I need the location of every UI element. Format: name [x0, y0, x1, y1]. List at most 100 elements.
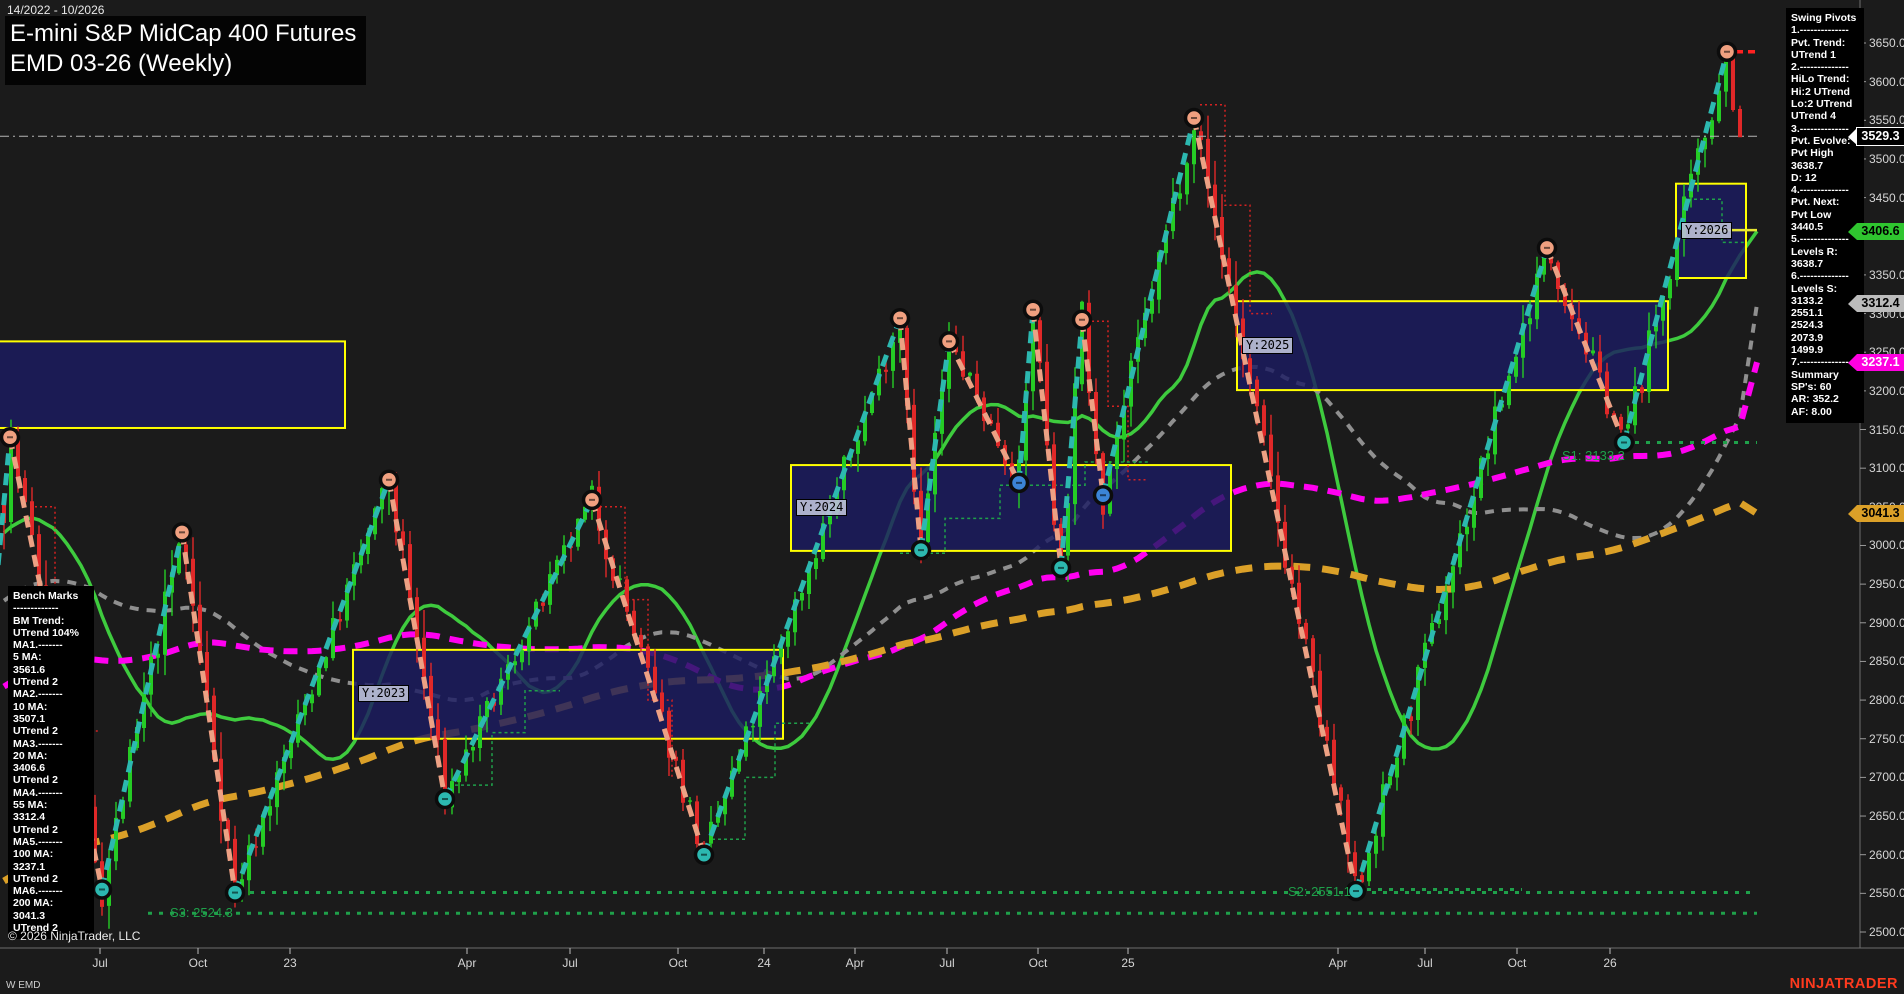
time-axis-label: Jul	[1417, 956, 1433, 970]
swing-pivots-line: 3638.7	[1791, 257, 1824, 270]
price-axis-label: 2700.0	[1869, 770, 1904, 785]
swing-pivots-line: D: 12	[1791, 171, 1817, 184]
time-axis-label: Apr	[457, 956, 477, 970]
price-axis-label: 2600.0	[1869, 847, 1904, 862]
swing-pivots-line: Pvt High	[1791, 147, 1834, 160]
swing-pivots-line: 2073.9	[1791, 331, 1824, 344]
year-box-label: Y:2026	[1681, 221, 1733, 239]
bench-marks-line: -------------	[13, 602, 59, 615]
price-axis-label: 3450.0	[1869, 190, 1904, 205]
price-marker-3237.1: 3237.1	[1848, 353, 1904, 371]
price-marker-arrow	[1848, 222, 1857, 240]
swing-pivots-line: 4.--------------	[1791, 184, 1849, 197]
bench-marks-line: 20 MA:	[13, 749, 48, 762]
bench-marks-line: UTrend 2	[13, 725, 58, 738]
bench-marks-line: 3406.6	[13, 762, 46, 775]
price-axis-label: 3350.0	[1869, 267, 1904, 282]
time-axis-label: Apr	[1328, 956, 1348, 970]
price-marker-arrow	[1848, 353, 1857, 371]
bench-marks-title: Bench Marks	[13, 590, 79, 602]
price-axis-label: 2500.0	[1869, 924, 1904, 939]
swing-pivots-line: Pvt. Next:	[1791, 196, 1840, 209]
price-marker-3312.4: 3312.4	[1848, 295, 1904, 313]
zigzag-segment	[179, 531, 238, 893]
swing-pivots-line: 1.--------------	[1791, 24, 1849, 37]
chart-plot-area[interactable]	[0, 0, 1904, 994]
bench-marks-line: MA3.-------	[13, 737, 63, 750]
chart-title: E-mini S&P MidCap 400 Futures EMD 03-26 …	[5, 16, 367, 85]
swing-pivots-line: Pvt. Trend:	[1791, 36, 1846, 49]
bench-marks-line: 3237.1	[13, 860, 46, 873]
bench-marks-line: UTrend 2	[13, 676, 58, 689]
price-axis-label: 3550.0	[1869, 113, 1904, 128]
bench-marks-line: 3507.1	[13, 712, 46, 725]
ninjatrader-logo: NINJATRADER	[1789, 976, 1898, 992]
time-axis-label: Jul	[562, 956, 578, 970]
support-level-label: S1: 3133.2	[1562, 447, 1625, 463]
price-axis-label: 3650.0	[1869, 36, 1904, 50]
price-axis-label: 3150.0	[1869, 422, 1904, 437]
year-box-2023	[352, 648, 784, 740]
chart-title-line1: E-mini S&P MidCap 400 Futures	[10, 20, 357, 47]
time-axis-label: 26	[1603, 956, 1617, 970]
bench-marks-line: 3561.6	[13, 663, 46, 676]
time-axis-label: 23	[283, 956, 297, 970]
year-box-label: Y:2024	[796, 498, 848, 516]
support-level-label: S3: 2524.3	[170, 905, 233, 921]
price-axis-label: 3000.0	[1869, 538, 1904, 553]
swing-pivots-line: Lo:2 UTrend	[1791, 98, 1853, 111]
price-marker-3041.3: 3041.3	[1848, 505, 1904, 523]
time-axis-label: Oct	[1507, 956, 1527, 970]
price-marker-arrow	[1848, 505, 1857, 523]
swing-pivots-line: 2524.3	[1791, 319, 1824, 332]
swing-pivots-line: Hi:2 UTrend	[1791, 85, 1850, 98]
bench-marks-line: MA6.-------	[13, 885, 63, 898]
time-axis-label: Apr	[845, 956, 865, 970]
bench-marks-line: 10 MA:	[13, 700, 48, 713]
swing-pivots-line: AR: 352.2	[1791, 393, 1839, 406]
bench-marks-line: UTrend 2	[13, 774, 58, 787]
time-axis-label: Oct	[668, 956, 688, 970]
price-marker-arrow	[1848, 127, 1857, 145]
price-axis-label: 3600.0	[1869, 74, 1904, 89]
copyright-label: © 2026 NinjaTrader, LLC	[8, 929, 141, 943]
instrument-label: W EMD	[6, 980, 41, 991]
swing-pivots-line: 6.--------------	[1791, 270, 1849, 283]
bench-marks-line: UTrend 2	[13, 823, 58, 836]
price-axis-label: 2650.0	[1869, 809, 1904, 824]
bench-marks-line: UTrend 2	[13, 872, 58, 885]
swing-pivots-title: Swing Pivots	[1791, 12, 1857, 24]
bench-marks-line: 100 MA:	[13, 848, 54, 861]
price-axis-label: 3500.0	[1869, 151, 1904, 166]
year-box	[0, 340, 346, 429]
chart-title-line2: EMD 03-26 (Weekly)	[10, 50, 233, 77]
price-marker-arrow	[1848, 295, 1857, 313]
price-axis-label: 2800.0	[1869, 693, 1904, 708]
year-box-label: Y:2023	[358, 685, 410, 703]
zigzag-segment	[701, 317, 903, 856]
bench-marks-line: 55 MA:	[13, 799, 48, 812]
price-axis-label: 2900.0	[1869, 615, 1904, 630]
time-axis-label: Jul	[92, 956, 108, 970]
time-axis-label: Oct	[188, 956, 208, 970]
time-axis-label: 25	[1121, 956, 1135, 970]
time-axis-label: Oct	[1028, 956, 1048, 970]
bench-marks-line: 3312.4	[13, 811, 46, 824]
bench-marks-panel: Bench Marks ------------- BM Trend: UTrend …	[8, 586, 94, 940]
swing-pivots-line: SP's: 60	[1791, 380, 1832, 393]
price-marker-3406.6: 3406.6	[1848, 222, 1904, 240]
price-axis-label: 2750.0	[1869, 731, 1904, 746]
ma-line-200	[2, 498, 1759, 885]
price-axis-label: 3100.0	[1869, 461, 1904, 476]
bench-marks-line: UTrend 104%	[13, 626, 79, 639]
swing-pivots-line: Levels S:	[1791, 282, 1838, 295]
price-marker-3529.3: 3529.3	[1848, 126, 1904, 146]
swing-pivots-line: HiLo Trend:	[1791, 73, 1850, 86]
bench-marks-line: 200 MA:	[13, 897, 54, 910]
price-axis-label: 2550.0	[1869, 886, 1904, 901]
chart-window: 14/2022 - 10/2026 E-mini S&P MidCap 400 …	[0, 0, 1904, 994]
swing-pivots-line: UTrend 1	[1791, 48, 1836, 61]
swing-pivots-line: AF: 8.00	[1791, 405, 1832, 418]
price-axis-label: 2850.0	[1869, 654, 1904, 669]
support-level-label: S2: 2551.1	[1288, 884, 1351, 900]
